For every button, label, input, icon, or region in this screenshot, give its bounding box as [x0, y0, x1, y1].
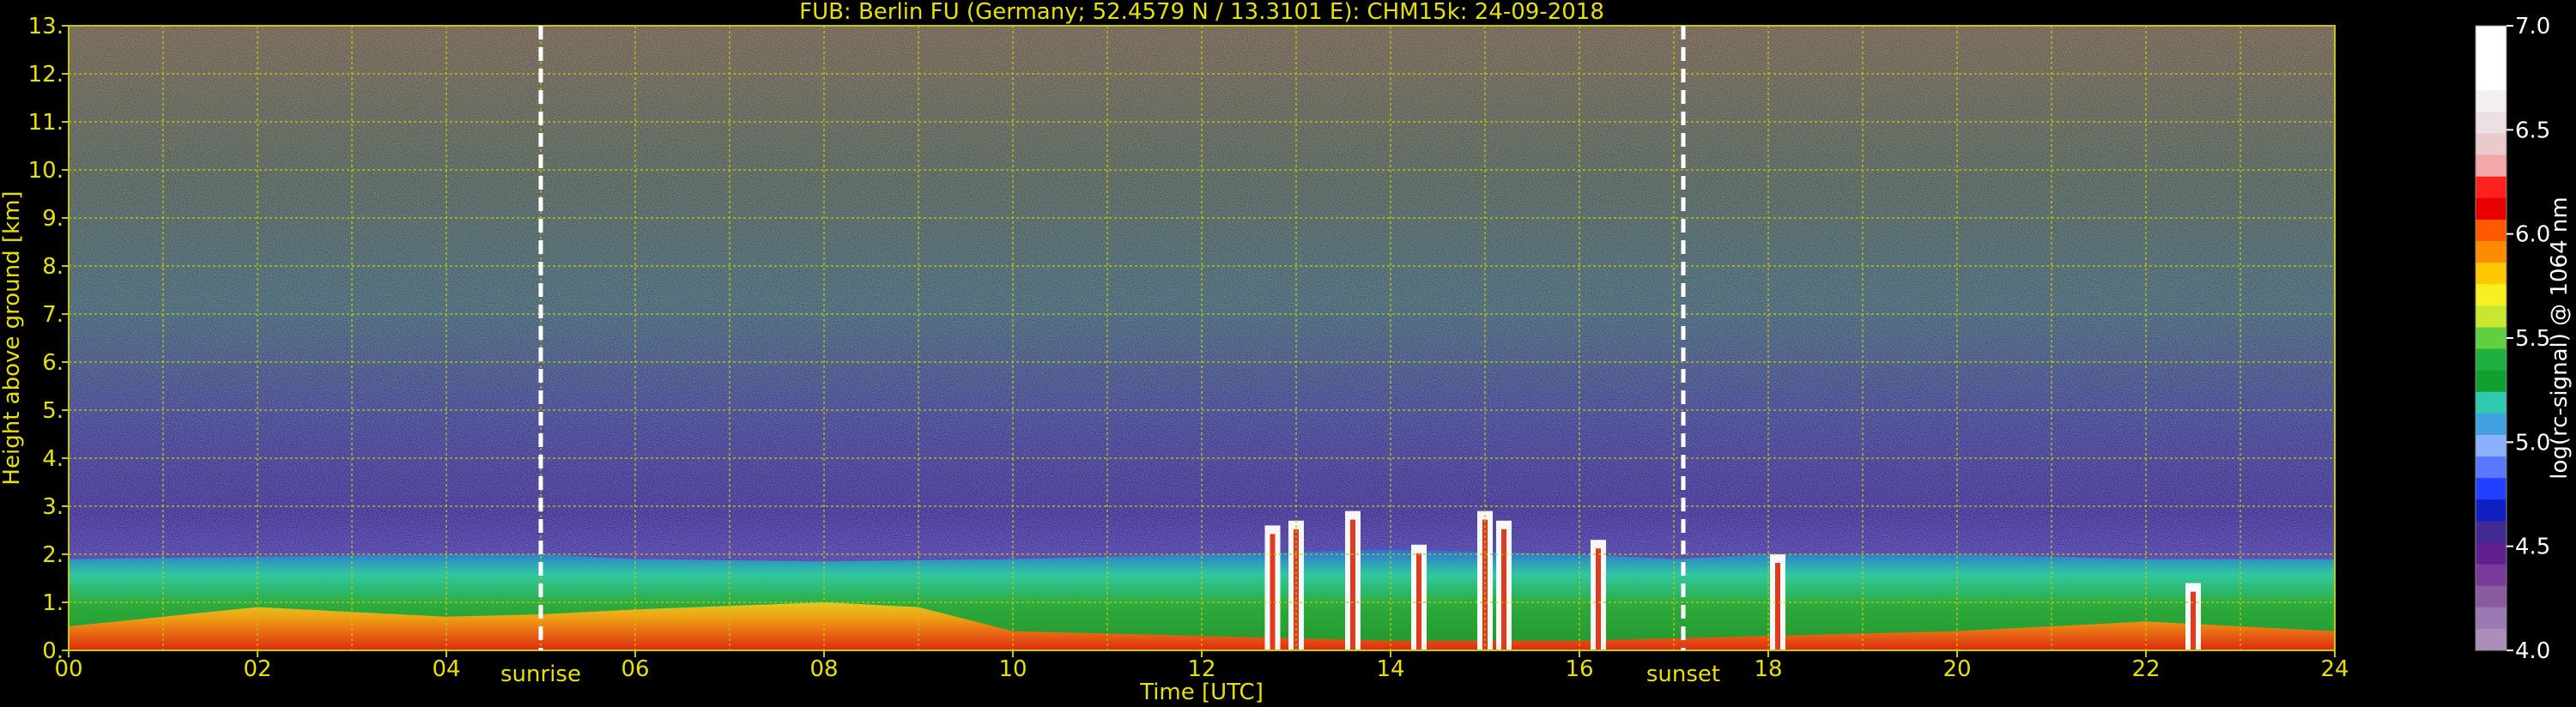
y-tick-label: 10.: [28, 158, 64, 184]
cloud-core: [1350, 519, 1355, 650]
colorbar-segment: [2476, 542, 2506, 565]
colorbar-segment: [2476, 413, 2506, 436]
colorbar-segment: [2476, 112, 2506, 135]
y-tick-label: 3.: [42, 494, 64, 520]
x-tick-label: 10: [998, 656, 1027, 682]
cloud-core: [1482, 519, 1488, 650]
y-tick-label: 6.: [42, 350, 64, 376]
cloud-core: [1270, 534, 1276, 650]
x-tick-label: 08: [809, 656, 838, 682]
y-tick-label: 2.: [42, 542, 64, 568]
colorbar-segment: [2476, 133, 2506, 156]
x-tick-label: 14: [1376, 656, 1404, 682]
colorbar-tick-label: 5.5: [2515, 326, 2550, 352]
cloud-core: [1596, 548, 1601, 650]
y-tick-label: 5.: [42, 398, 64, 424]
colorbar-tick-label: 6.0: [2515, 222, 2550, 248]
colorbar-segment: [2476, 219, 2506, 242]
cloud-core: [1501, 529, 1506, 650]
marker-label: sunrise: [500, 662, 581, 687]
x-tick-label: 20: [1943, 656, 1971, 682]
colorbar-segment: [2476, 391, 2506, 414]
colorbar-segment: [2476, 176, 2506, 199]
colorbar-segment: [2476, 370, 2506, 393]
x-tick-label: 18: [1754, 656, 1782, 682]
colorbar-segment: [2476, 305, 2506, 328]
x-tick-label: 06: [621, 656, 649, 682]
y-tick-label: 8.: [42, 254, 64, 280]
colorbar-tick-label: 6.5: [2515, 118, 2550, 143]
x-tick-label: 02: [243, 656, 271, 682]
colorbar-segment: [2476, 327, 2506, 350]
colorbar-segment: [2476, 585, 2506, 608]
colorbar-segment: [2476, 521, 2506, 543]
colorbar-segment: [2476, 456, 2506, 479]
marker-label: sunset: [1646, 662, 1720, 687]
x-tick-label: 24: [2320, 656, 2349, 682]
colorbar-tick-label: 4.5: [2515, 535, 2550, 560]
colorbar-segment: [2476, 69, 2506, 91]
colorbar-segment: [2476, 197, 2506, 221]
y-axis-label: Height above ground [km]: [0, 190, 25, 485]
cloud-core: [1775, 563, 1780, 650]
x-tick-label: 12: [1187, 656, 1215, 682]
colorbar-segment: [2476, 284, 2506, 306]
colorbar-tick-label: 5.0: [2515, 430, 2550, 456]
colorbar-segment: [2476, 263, 2506, 285]
colorbar-segment: [2476, 348, 2506, 372]
colorbar-segment: [2476, 241, 2506, 263]
chart-title: FUB: Berlin FU (Germany; 52.4579 N / 13.…: [799, 0, 1604, 25]
colorbar-tick-label: 7.0: [2515, 14, 2550, 39]
colorbar-tick-label: 4.0: [2515, 638, 2550, 664]
y-tick-label: 0.: [42, 638, 64, 664]
x-axis-label: Time [UTC]: [1139, 680, 1264, 705]
colorbar-segment: [2476, 90, 2506, 112]
colorbar-segment: [2476, 499, 2506, 522]
colorbar-segment: [2476, 628, 2506, 651]
colorbar-label: log(rc-signal) @ 1064 nm: [2547, 196, 2573, 479]
x-tick-label: 22: [2131, 656, 2160, 682]
colorbar-segment: [2476, 47, 2506, 69]
y-tick-label: 11.: [28, 110, 64, 136]
colorbar-segment: [2476, 154, 2506, 178]
cloud-core: [2191, 591, 2196, 650]
y-tick-label: 7.: [42, 302, 64, 328]
colorbar: 4.0 4.5 5.0 5.5 6.0 6.5 7.0: [2475, 14, 2550, 664]
colorbar-segment: [2476, 564, 2506, 587]
y-tick-label: 12.: [28, 62, 64, 88]
colorbar-segment: [2476, 607, 2506, 630]
colorbar-segment: [2476, 434, 2506, 457]
x-tick-label: 04: [432, 656, 460, 682]
y-tick-label: 4.: [42, 446, 64, 472]
y-tick-label: 9.: [42, 206, 64, 232]
y-tick-label: 13.: [28, 14, 64, 39]
lidar-chart: sunrise sunset00 02 04 06 08 10 12 14 16 18 20 22 240…: [0, 0, 2573, 705]
x-tick-label: 16: [1565, 656, 1593, 682]
y-tick-label: 1.: [42, 590, 64, 616]
colorbar-segment: [2476, 478, 2506, 500]
colorbar-segment: [2476, 26, 2506, 48]
